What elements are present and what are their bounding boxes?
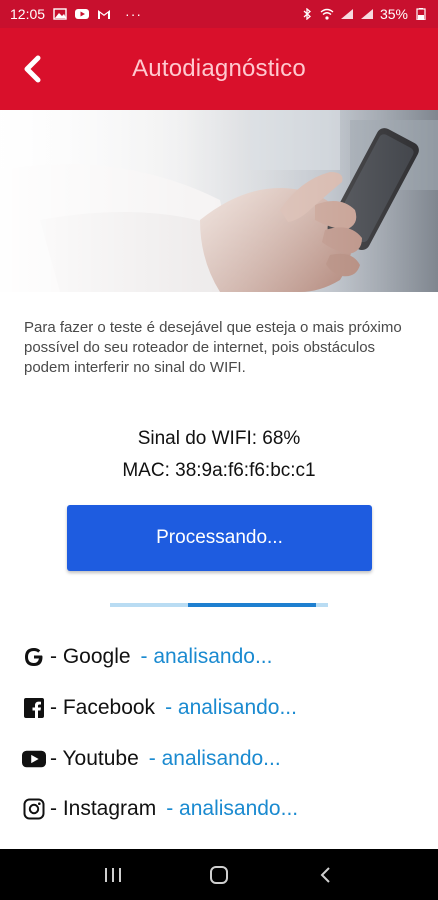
image-icon	[53, 8, 67, 20]
back-icon	[318, 865, 332, 885]
progress-bar	[110, 603, 328, 607]
service-name: - Youtube	[50, 747, 139, 770]
progress-fill	[188, 603, 316, 607]
home-icon	[208, 864, 230, 886]
service-status: - analisando...	[140, 645, 273, 668]
instagram-icon	[22, 797, 46, 821]
system-back-button[interactable]	[305, 855, 345, 895]
google-icon	[22, 645, 46, 669]
more-notifications-dots: ···	[125, 6, 143, 22]
youtube-icon	[22, 747, 46, 771]
recent-apps-button[interactable]	[93, 855, 133, 895]
service-row-instagram: - Instagram - analisando...	[22, 797, 298, 821]
page-title: Autodiagnóstico	[132, 55, 306, 82]
service-status: - analisando...	[165, 696, 297, 719]
battery-percent: 35%	[379, 6, 408, 22]
service-status: - analisando...	[148, 747, 281, 770]
signal-icon	[360, 8, 374, 20]
facebook-icon	[22, 696, 46, 720]
service-row-facebook: - Facebook - analisando...	[22, 696, 297, 720]
status-time: 12:05	[10, 6, 46, 22]
signal-icon	[340, 8, 354, 20]
service-row-google: - Google - analisando...	[22, 645, 272, 669]
service-name: - Facebook	[50, 696, 156, 719]
hand-holding-phone-image	[0, 110, 438, 292]
wifi-icon	[320, 8, 334, 20]
wifi-signal-text: Sinal do WIFI: 68%	[137, 428, 301, 449]
service-row-youtube: - Youtube - analisando...	[22, 747, 281, 771]
home-button[interactable]	[199, 855, 239, 895]
processing-button[interactable]: Processando...	[67, 505, 372, 571]
mac-address-text: MAC: 38:9a:f6:f6:bc:c1	[122, 460, 316, 481]
youtube-notification-icon	[75, 8, 90, 20]
hero-image	[0, 110, 438, 292]
service-name: - Google	[50, 645, 131, 668]
app-bar: Autodiagnóstico	[0, 28, 438, 110]
battery-icon	[414, 8, 428, 20]
system-navigation-bar	[0, 849, 438, 900]
chevron-left-icon	[21, 54, 43, 84]
status-bar: 12:05 ··· 35%	[0, 0, 438, 28]
service-status: - analisando...	[166, 797, 299, 820]
instruction-text: Para fazer o teste é desejável que estej…	[24, 319, 402, 376]
bluetooth-icon	[300, 8, 314, 20]
back-button[interactable]	[14, 49, 50, 89]
gmail-icon	[97, 8, 111, 20]
service-name: - Instagram	[50, 797, 157, 820]
recent-apps-icon	[103, 866, 123, 884]
